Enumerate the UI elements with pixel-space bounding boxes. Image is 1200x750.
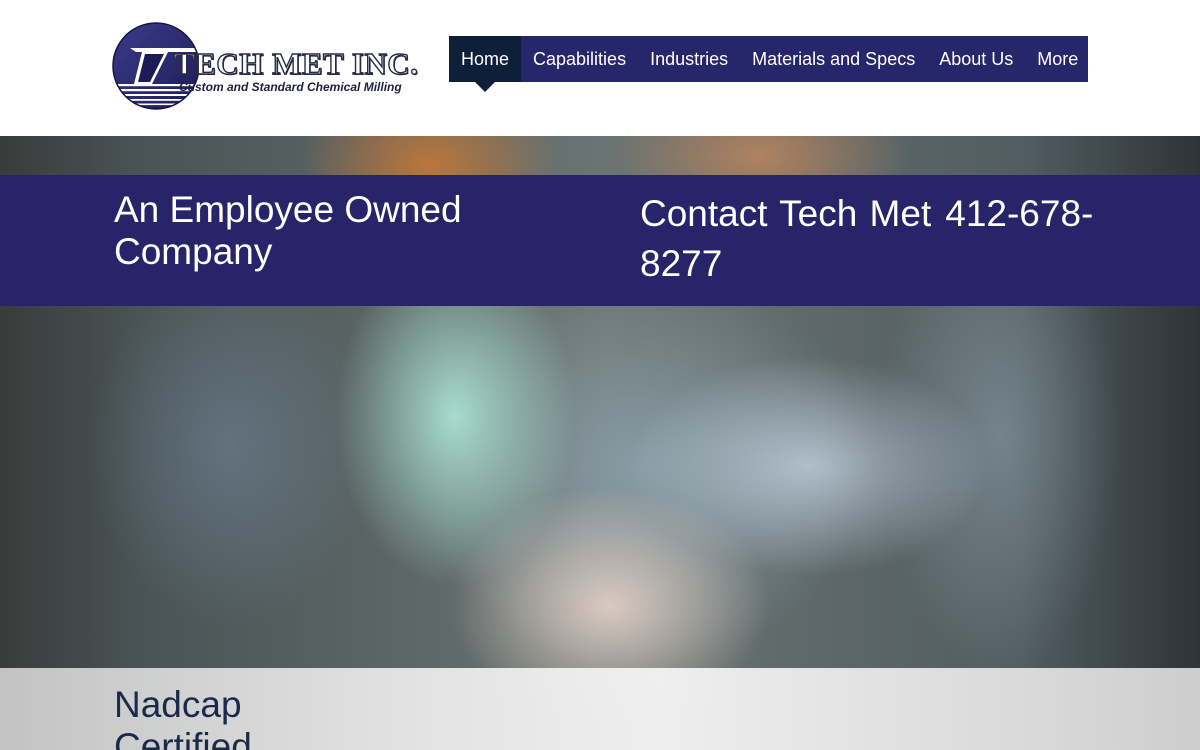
page: TECH MET INC. Custom and Standard Chemic… — [0, 0, 1200, 750]
nav-item-capabilities[interactable]: Capabilities — [521, 36, 638, 82]
logo-tagline: Custom and Standard Chemical Milling — [179, 80, 402, 94]
certification-band: Nadcap Certified — [0, 668, 1200, 750]
nav-item-industries[interactable]: Industries — [638, 36, 740, 82]
nadcap-certified-heading: Nadcap Certified — [114, 684, 252, 750]
contact-label: Contact Tech Met — [640, 193, 932, 234]
main-navigation: Home Capabilities Industries Materials a… — [449, 36, 1090, 92]
site-header: TECH MET INC. Custom and Standard Chemic… — [0, 0, 1200, 136]
nav-item-home[interactable]: Home — [449, 36, 522, 92]
company-logo[interactable]: TECH MET INC. Custom and Standard Chemic… — [112, 22, 419, 112]
hero-banner: An Employee Owned Company Contact Tech M… — [0, 175, 1200, 306]
nav-item-about-us[interactable]: About Us — [927, 36, 1025, 82]
employee-owned-heading: An Employee Owned Company — [114, 189, 462, 272]
logo-company-name: TECH MET INC. — [173, 45, 419, 81]
contact-heading: Contact Tech Met 412-678-8277 — [640, 189, 1100, 289]
nav-item-more[interactable]: More — [1025, 36, 1090, 82]
nav-item-materials-and-specs[interactable]: Materials and Specs — [740, 36, 927, 82]
